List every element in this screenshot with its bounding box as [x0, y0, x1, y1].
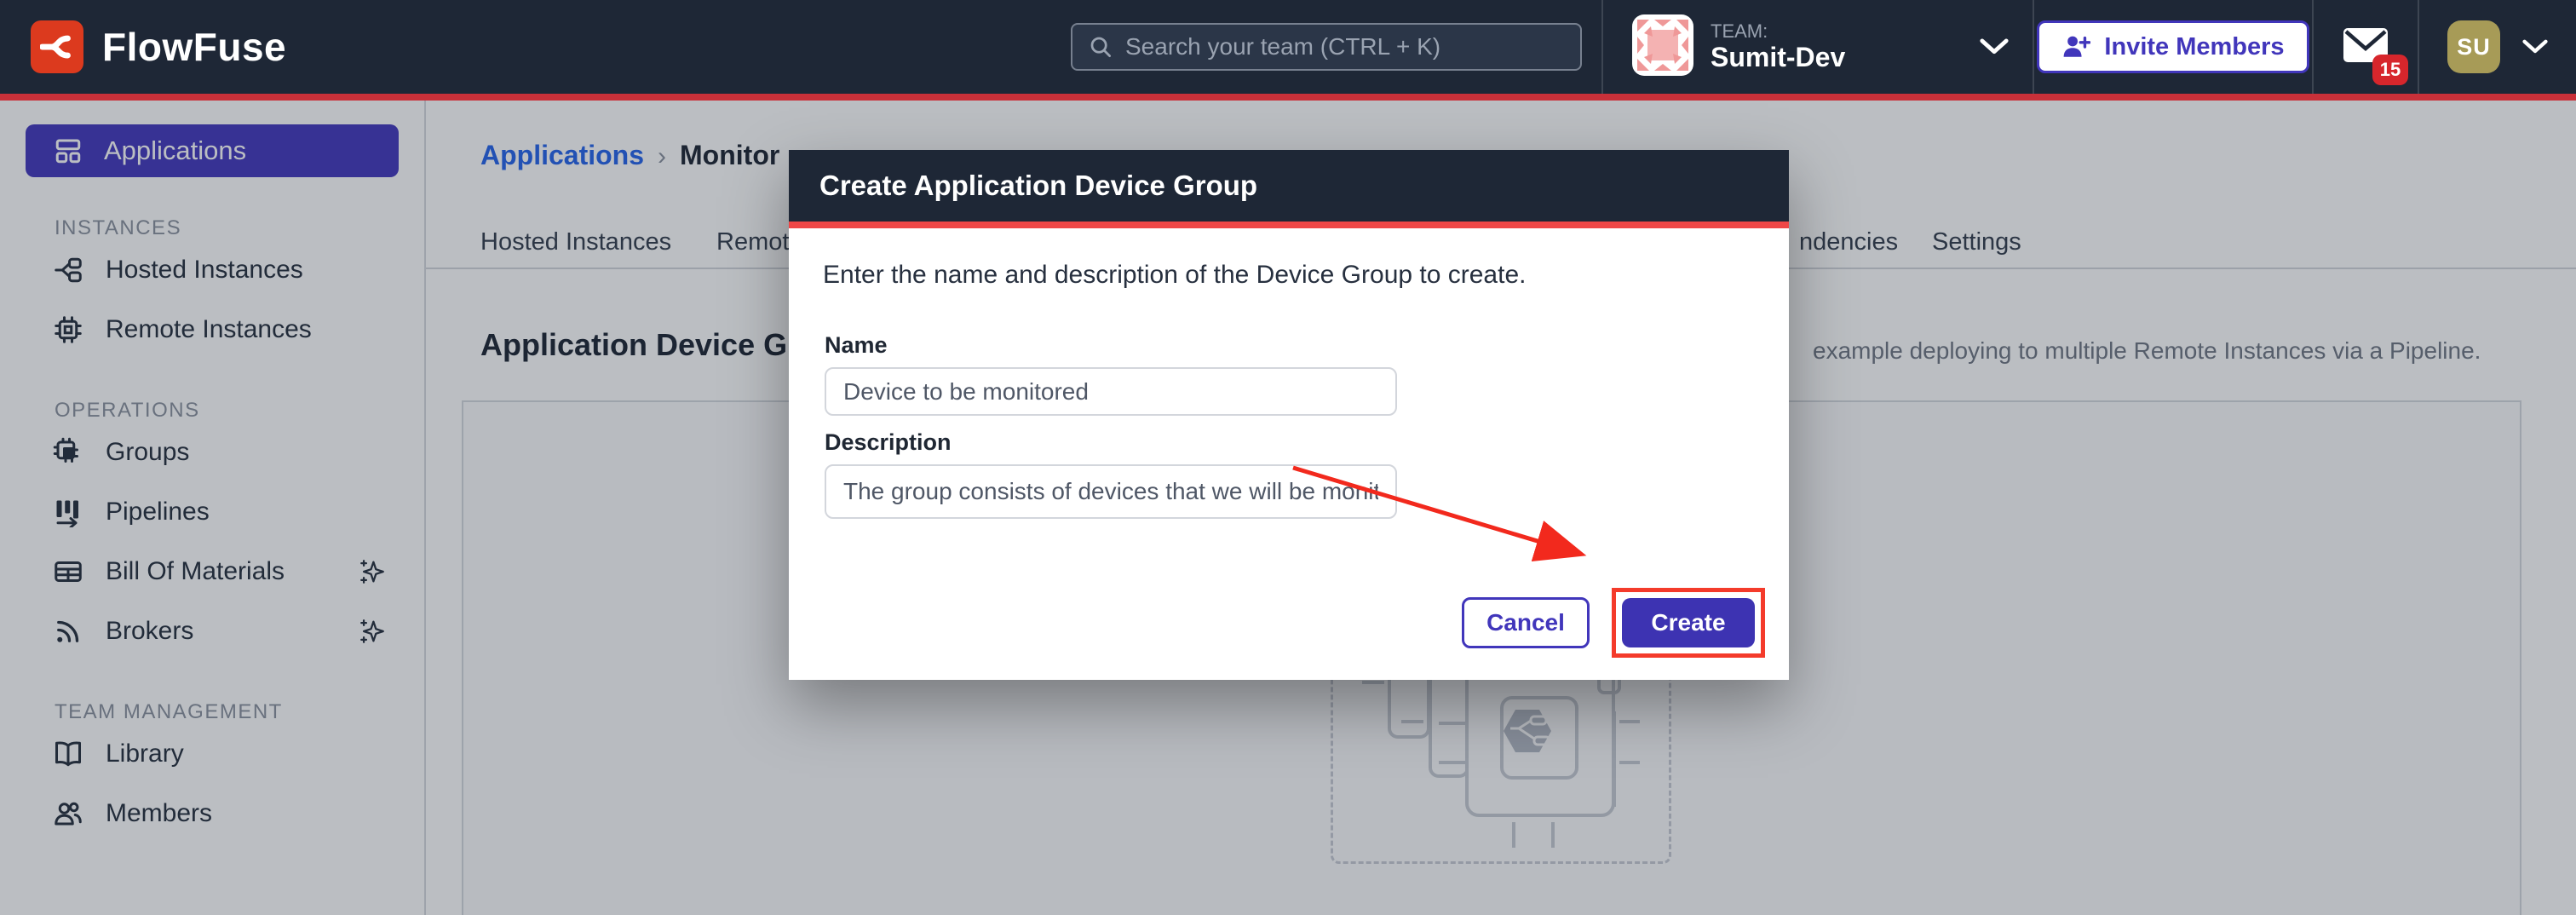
brand[interactable]: FlowFuse	[0, 20, 286, 73]
header-red-rule	[0, 94, 2576, 101]
user-menu[interactable]: SU	[2418, 0, 2576, 94]
chevron-down-icon[interactable]	[1980, 38, 2009, 55]
modal-intro-text: Enter the name and description of the De…	[789, 228, 1789, 290]
search-input[interactable]	[1125, 33, 1565, 60]
modal-actions: Cancel Create	[1462, 588, 1765, 658]
header-right: TEAM: Sumit-Dev	[1601, 0, 2576, 94]
invite-members-label: Invite Members	[2104, 33, 2284, 61]
team-search[interactable]	[1071, 23, 1582, 71]
user-plus-icon	[2061, 34, 2090, 60]
flowfuse-logo-icon	[31, 20, 83, 73]
chevron-down-icon	[2522, 39, 2548, 55]
cancel-button[interactable]: Cancel	[1462, 597, 1590, 648]
notification-count-badge: 15	[2372, 55, 2408, 85]
modal-header: Create Application Device Group	[789, 150, 1789, 222]
create-button[interactable]: Create	[1622, 598, 1755, 647]
create-button-highlight: Create	[1612, 588, 1765, 658]
team-selector[interactable]: TEAM: Sumit-Dev	[1601, 0, 2033, 94]
create-device-group-modal: Create Application Device Group Enter th…	[789, 150, 1789, 680]
team-label: TEAM:	[1711, 20, 1845, 42]
name-field-label: Name	[825, 332, 1789, 359]
name-field[interactable]	[825, 367, 1397, 416]
modal-accent-bar	[789, 222, 1789, 228]
description-field-label: Description	[825, 429, 1789, 456]
notifications-segment: 15	[2312, 0, 2418, 94]
team-avatar	[1632, 14, 1693, 80]
modal-title: Create Application Device Group	[789, 170, 1257, 202]
top-header: FlowFuse	[0, 0, 2576, 94]
notifications-button[interactable]: 15	[2343, 28, 2388, 66]
brand-name: FlowFuse	[102, 24, 286, 70]
invite-segment: Invite Members	[2033, 0, 2312, 94]
invite-members-button[interactable]: Invite Members	[2037, 20, 2309, 73]
description-field[interactable]	[825, 464, 1397, 519]
app-window: FlowFuse	[0, 0, 2576, 915]
modal-body: Enter the name and description of the De…	[789, 228, 1789, 680]
user-avatar: SU	[2447, 20, 2500, 73]
team-name: Sumit-Dev	[1711, 42, 1845, 73]
search-icon	[1088, 34, 1113, 60]
